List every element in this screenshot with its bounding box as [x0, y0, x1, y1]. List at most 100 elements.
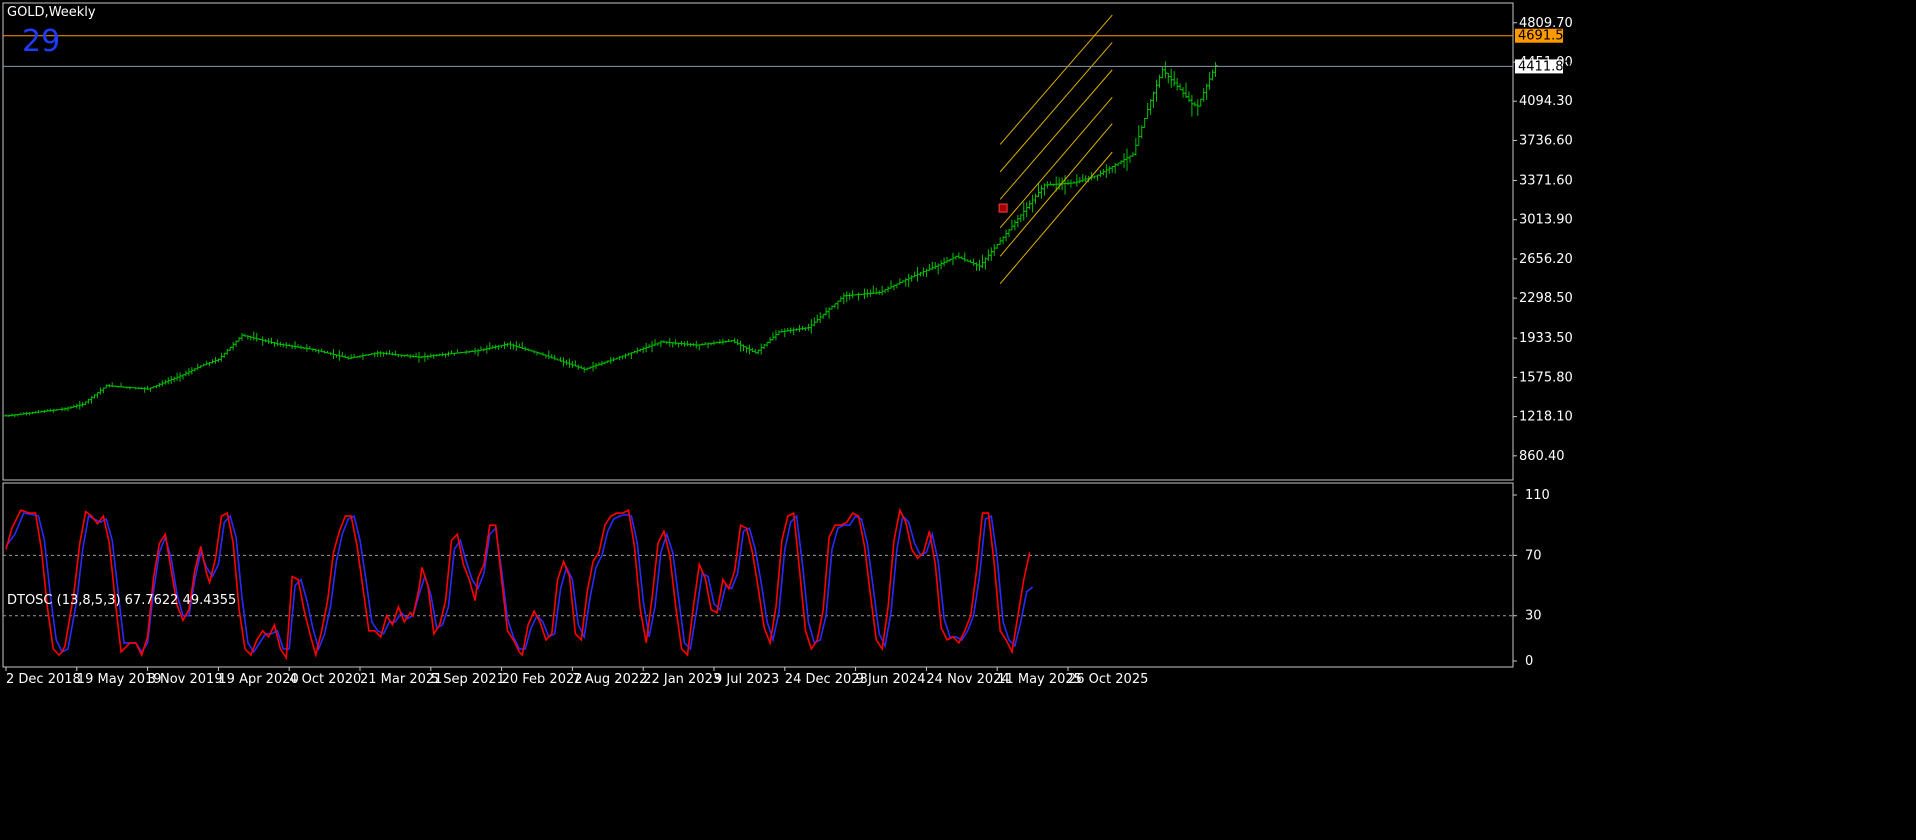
ohlc-bar: [1192, 101, 1197, 107]
time-tick-label: 7 Aug 2022: [572, 672, 647, 687]
ohlc-bar: [847, 292, 852, 300]
ohlc-bar: [1122, 153, 1127, 168]
price-tick-label: 1933.50: [1519, 331, 1573, 346]
time-axis: 2 Dec 201819 May 20193 Nov 201919 Apr 20…: [5, 667, 1148, 687]
oscillator-tick-label: 30: [1525, 609, 1542, 624]
price-tick-label: 3371.60: [1519, 173, 1573, 188]
ohlc-bar: [505, 342, 510, 347]
ohlc-bar: [1157, 74, 1162, 88]
ohlc-bar: [431, 353, 436, 359]
ohlc-bar: [543, 354, 548, 359]
ohlc-bar: [304, 344, 309, 352]
time-tick-label: 26 Oct 2025: [1068, 672, 1148, 687]
ohlc-bar: [375, 350, 380, 358]
price-axis: 4809.704451.004094.303736.603371.603013.…: [1513, 16, 1573, 464]
ohlc-bar: [337, 350, 342, 361]
ohlc-bar: [832, 303, 837, 309]
ohlc-bar: [411, 354, 416, 358]
gold-weekly-chart[interactable]: 4809.704451.004094.303736.603371.603013.…: [0, 0, 1916, 840]
ohlc-bar: [1181, 87, 1186, 98]
price-tick-label: 3736.60: [1519, 133, 1573, 148]
channel-line: [999, 123, 1113, 257]
ohlc-bar: [1095, 174, 1100, 181]
ohlc-bar: [245, 335, 250, 340]
ohlc-bar: [1104, 164, 1109, 178]
ohlc-bar: [1201, 87, 1206, 102]
ohlc-bar: [1027, 200, 1032, 210]
ohlc-bar: [567, 358, 572, 368]
ohlc-bar: [1178, 83, 1183, 91]
ohlc-bar: [1110, 165, 1115, 173]
symbol-label: GOLD,Weekly: [7, 5, 96, 20]
ohlc-bar: [293, 341, 298, 350]
oscillator-pane-frame: [2, 482, 1514, 668]
ohlc-bar: [653, 339, 657, 347]
ohlc-bar: [275, 339, 280, 347]
ohlc-bar: [237, 336, 242, 342]
ohlc-bar: [340, 351, 345, 358]
ohlc-bar: [650, 341, 655, 353]
time-tick-label: 22 Jan 2023: [643, 672, 721, 687]
ohlc-bar: [977, 259, 982, 271]
ohlc-bar: [717, 339, 722, 344]
ohlc-bar: [697, 344, 702, 351]
ohlc-bar: [773, 330, 778, 341]
ohlc-bar: [514, 341, 519, 351]
time-tick-label: 19 Apr 2020: [218, 672, 298, 687]
ohlc-bar: [251, 331, 256, 341]
ohlc-bar: [1125, 148, 1129, 171]
ohlc-bar: [1145, 102, 1150, 120]
ohlc-bar: [127, 386, 132, 390]
order-marker: [998, 203, 1008, 213]
ohlc-bar: [299, 345, 303, 350]
ohlc-bar: [260, 336, 265, 346]
channel-line: [999, 14, 1113, 145]
ohlc-bar: [552, 354, 557, 361]
oscillator-pane: [3, 507, 1513, 661]
price-bars: [4, 61, 1218, 418]
price-tick-label: 2298.50: [1519, 291, 1573, 306]
dtosc-slow-line: [5, 512, 1034, 654]
ohlc-bar: [381, 352, 386, 357]
ohlc-bar: [930, 261, 935, 271]
ohlc-bar: [1198, 98, 1203, 107]
ohlc-bar: [874, 287, 879, 295]
ohlc-bar: [1166, 72, 1171, 84]
ohlc-bar: [240, 332, 244, 341]
ohlc-bar: [1080, 173, 1085, 183]
ohlc-bar: [1213, 62, 1218, 77]
ohlc-bar: [844, 291, 849, 303]
ohlc-bar: [1004, 229, 1009, 242]
ohlc-bar: [841, 292, 846, 305]
ohlc-bar: [346, 355, 351, 360]
ohlc-bar: [974, 262, 979, 271]
ohlc-bar: [51, 408, 56, 414]
ohlc-bar: [1024, 202, 1029, 218]
ohlc-bar: [248, 335, 253, 341]
ohlc-bar: [535, 351, 539, 356]
ohlc-bar: [1015, 215, 1020, 228]
ohlc-bar: [1142, 117, 1147, 128]
price-tick-label: 1218.10: [1519, 410, 1573, 425]
ohlc-bar: [945, 256, 950, 264]
price-tick-label: 1575.80: [1519, 370, 1573, 385]
ohlc-bar: [1169, 68, 1174, 88]
ohlc-bar: [1033, 193, 1038, 204]
ohlc-bar: [594, 363, 598, 369]
svg-text:4691.57: 4691.57: [1518, 29, 1572, 44]
ohlc-bar: [791, 327, 796, 336]
ohlc-bar: [1127, 155, 1132, 163]
ohlc-bar: [1189, 95, 1194, 117]
ohlc-bar: [658, 340, 663, 348]
ohlc-bar: [989, 247, 994, 261]
ohlc-bar: [856, 292, 861, 301]
ohlc-bar: [933, 261, 938, 270]
ohlc-bar: [835, 300, 840, 310]
oscillator-axis: 110 70 30 0: [1513, 488, 1550, 669]
ohlc-bar: [1163, 61, 1168, 79]
ohlc-bar: [172, 376, 177, 382]
ohlc-bar: [1012, 219, 1017, 231]
channel-line: [999, 151, 1113, 285]
channel-line: [999, 96, 1113, 229]
time-tick-label: 9 Jun 2024: [856, 672, 926, 687]
